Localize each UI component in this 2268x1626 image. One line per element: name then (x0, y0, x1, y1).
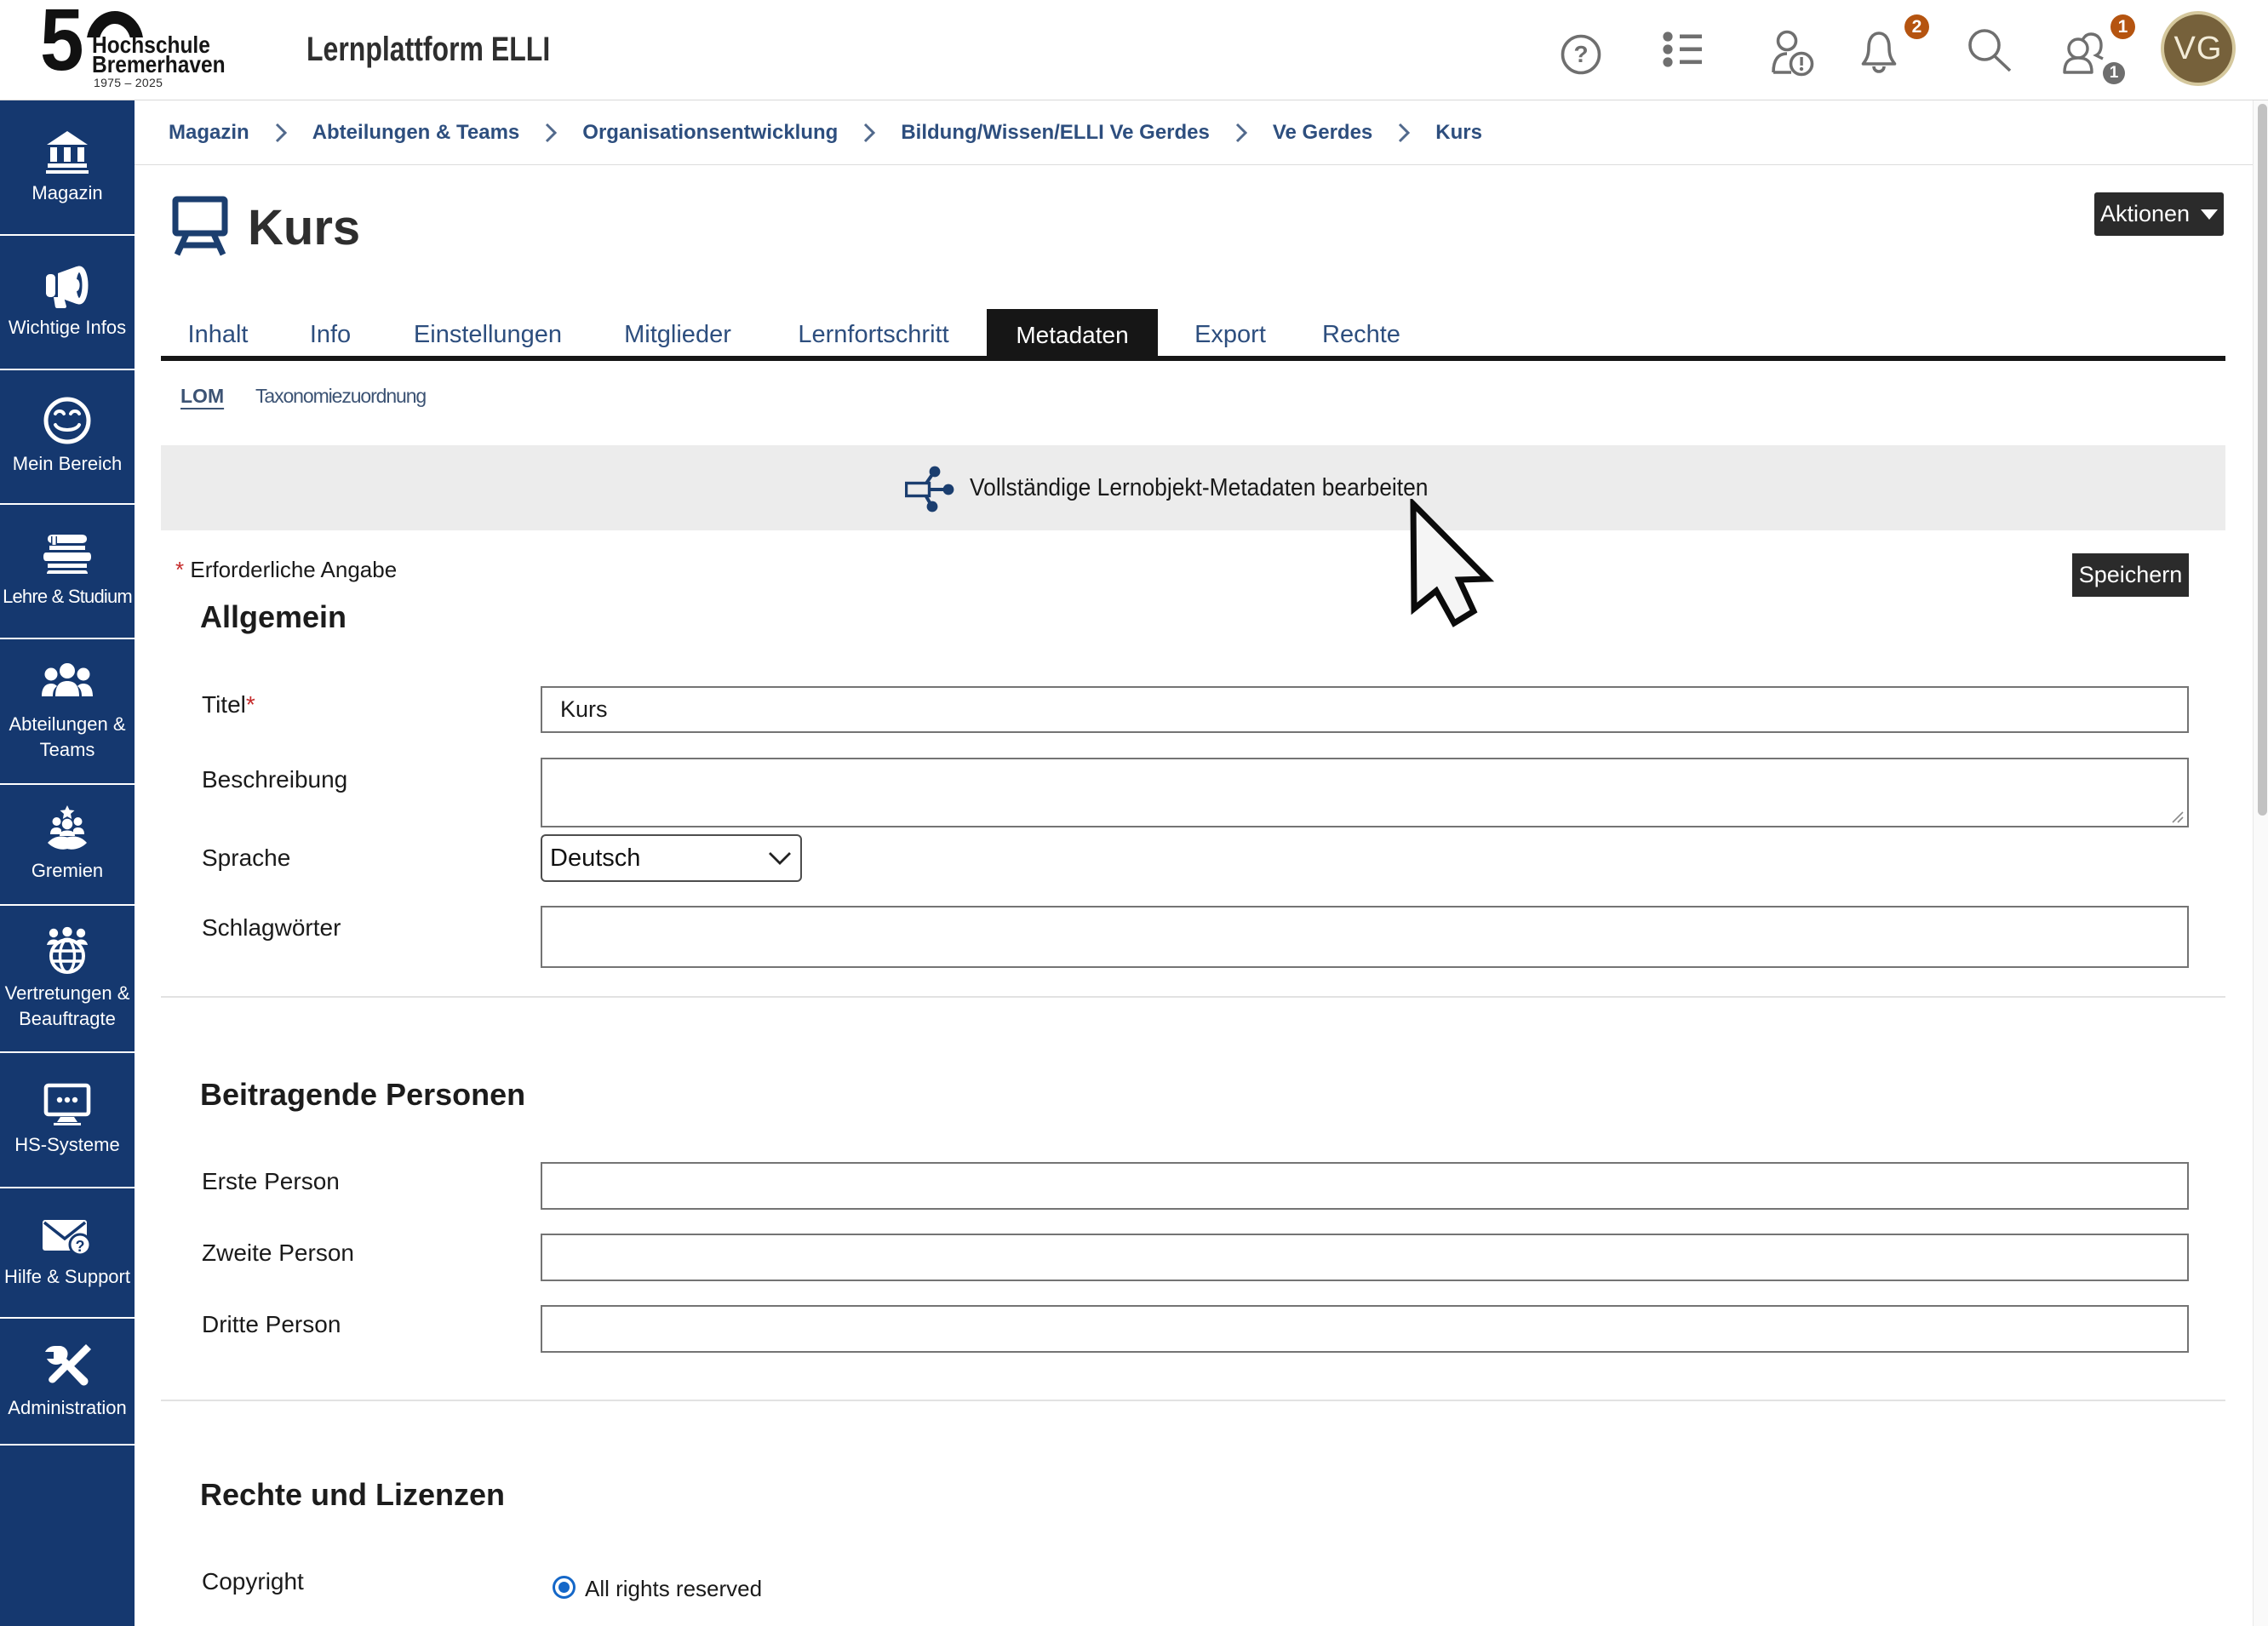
svg-text:?: ? (1573, 41, 1588, 67)
svg-text:?: ? (76, 1238, 85, 1255)
